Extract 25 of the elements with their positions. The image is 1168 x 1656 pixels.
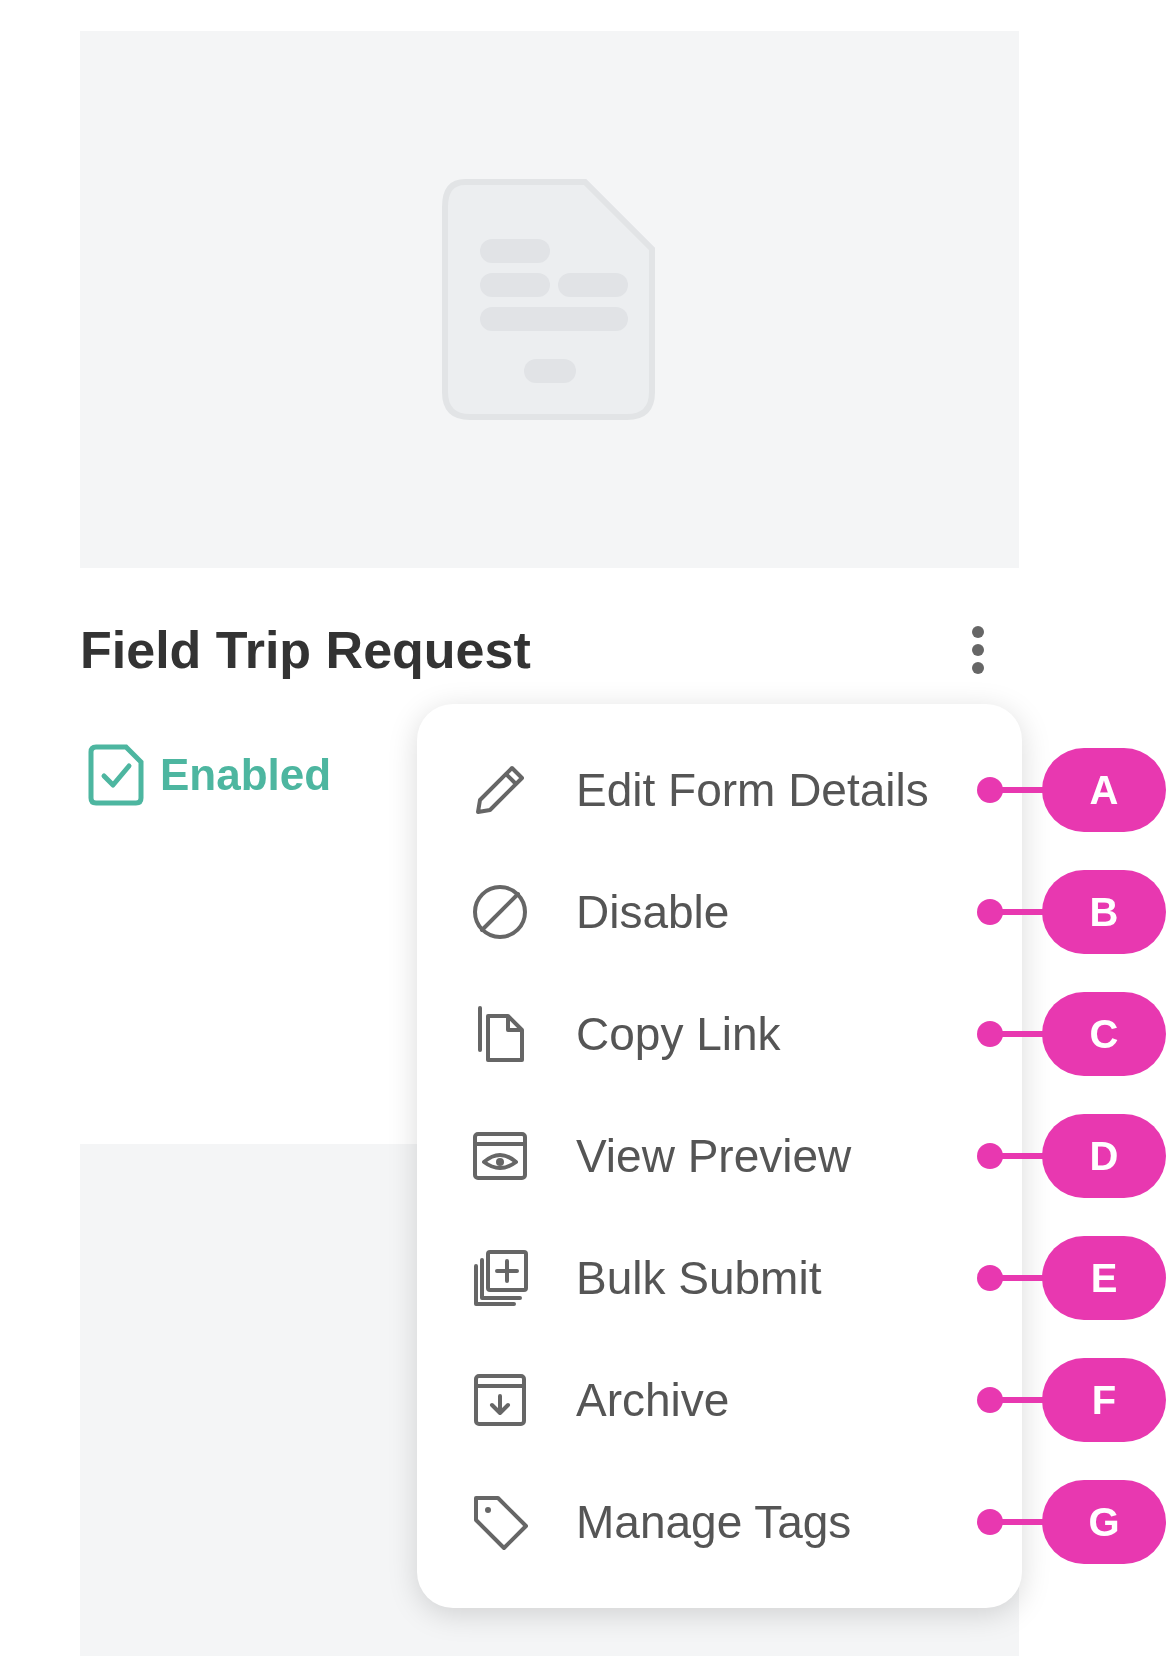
- callout-label: A: [1042, 748, 1166, 832]
- menu-item[interactable]: Edit Form Details: [417, 729, 1022, 851]
- menu-item[interactable]: Archive: [417, 1339, 1022, 1461]
- menu-item[interactable]: Copy Link: [417, 973, 1022, 1095]
- callout-label: C: [1042, 992, 1166, 1076]
- callout-pointer: [976, 1142, 1044, 1170]
- callout-label: B: [1042, 870, 1166, 954]
- menu-item[interactable]: Bulk Submit: [417, 1217, 1022, 1339]
- callout-pointer: [976, 1386, 1044, 1414]
- menu-item[interactable]: Disable: [417, 851, 1022, 973]
- checked-document-icon: [88, 744, 144, 806]
- disable-icon: [470, 882, 530, 942]
- menu-item[interactable]: View Preview: [417, 1095, 1022, 1217]
- callout-label: G: [1042, 1480, 1166, 1564]
- status-label: Enabled: [160, 749, 332, 801]
- more-options-icon[interactable]: [971, 625, 985, 675]
- callout-pointer: [976, 1020, 1044, 1048]
- callout-label: E: [1042, 1236, 1166, 1320]
- callout-pointer: [976, 1508, 1044, 1536]
- callout-label: F: [1042, 1358, 1166, 1442]
- callout-pointer: [976, 898, 1044, 926]
- callout-pointer: [976, 776, 1044, 804]
- callout-label: D: [1042, 1114, 1166, 1198]
- callout-pointer: [976, 1264, 1044, 1292]
- menu-item[interactable]: Manage Tags: [417, 1461, 1022, 1583]
